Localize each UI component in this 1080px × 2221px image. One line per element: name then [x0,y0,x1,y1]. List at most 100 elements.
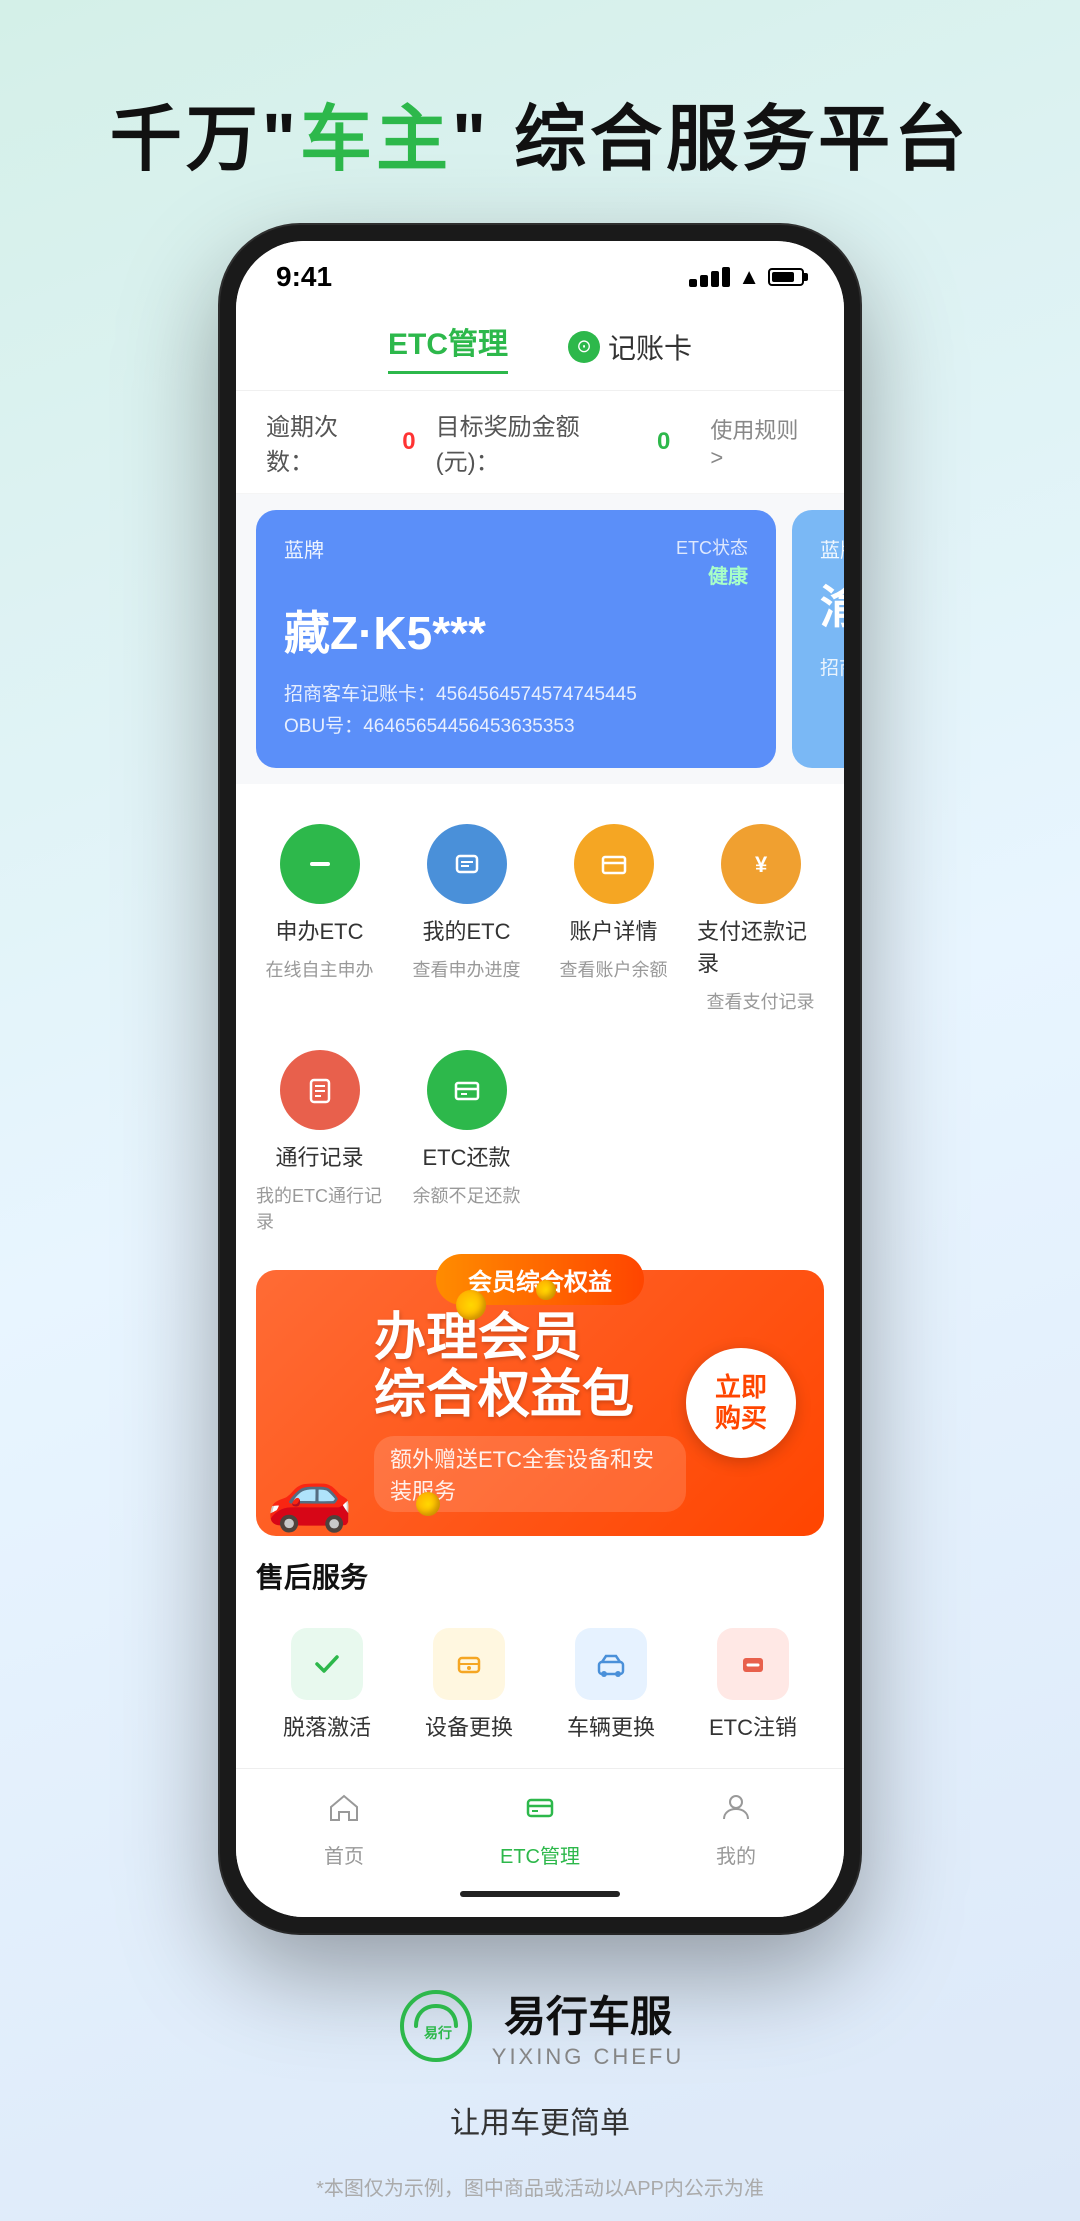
tab-account-card[interactable]: ⊙ 记账卡 [568,327,692,367]
account-detail-desc: 查看账户余额 [560,956,668,982]
service-passage-record[interactable]: 通行记录 我的ETC通行记录 [246,1030,393,1250]
my-etc-name: 我的ETC [422,914,510,946]
etc-cancel-name: ETC注销 [709,1710,797,1742]
brand-footer: 易行 易行车服 YIXING CHEFU 让用车更简单 *本图仅为示例，图中商品… [0,1933,1080,2221]
mine-icon [718,1789,754,1834]
service-my-etc[interactable]: 我的ETC 查看申办进度 [393,804,540,1030]
brand-slogan: 让用车更简单 [450,2098,630,2142]
card1-label: 蓝牌 [284,534,324,563]
after-sales-section: 售后服务 脱落激活 设备更换 [236,1536,844,1768]
service-payment-record[interactable]: ¥ 支付还款记录 查看支付记录 [687,804,834,1030]
after-reactivate[interactable]: 脱落激活 [256,1612,398,1758]
home-indicator [236,1879,844,1917]
service-grid: 申办ETC 在线自主申办 我的ETC 查看申办进度 账户详情 查看账户余额 [236,784,844,1030]
etc-cancel-icon [717,1628,789,1700]
my-etc-desc: 查看申办进度 [413,956,521,982]
svg-text:易行: 易行 [424,2025,452,2041]
etc-repay-name: ETC还款 [422,1140,510,1172]
reward-value: 0 [657,428,670,456]
etc-repay-icon [427,1050,507,1130]
brand-name: 易行车服 [492,1983,684,2044]
apply-etc-name: 申办ETC [275,914,363,946]
promo-tag: 会员综合权益 [436,1254,644,1305]
svg-text:¥: ¥ [755,852,768,877]
nav-mine-label: 我的 [716,1840,756,1869]
etc-card-2[interactable]: 蓝牌 渝K... 招商客... [792,510,844,768]
status-time: 9:41 [276,261,332,293]
brand-name-en: YIXING CHEFU [492,2044,684,2070]
device-replace-icon [433,1628,505,1700]
card1-plate: 藏Z·K5*** [284,597,748,663]
payment-record-icon: ¥ [721,824,801,904]
promo-car-decoration: 🚗 [266,1454,353,1536]
promo-main-text: 办理会员 综合权益包 [374,1310,686,1424]
apply-etc-icon [280,824,360,904]
wifi-icon: ▲ [738,264,760,290]
home-icon [326,1789,362,1834]
phone-inner: 9:41 ▲ ETC管理 ⊙ [236,241,844,1917]
card1-status-value: 健康 [676,560,748,589]
car-replace-icon [575,1628,647,1700]
card2-label: 蓝牌 [820,534,844,563]
my-etc-icon [427,824,507,904]
nav-home[interactable]: 首页 [324,1789,364,1869]
car-replace-name: 车辆更换 [567,1710,655,1742]
after-car-replace[interactable]: 车辆更换 [540,1612,682,1758]
nav-etc-label: ETC管理 [500,1840,580,1869]
phone-outer: 9:41 ▲ ETC管理 ⊙ [220,225,860,1933]
hero-title: 千万"车主" 综合服务平台 [0,0,1080,225]
promo-sub-text: 额外赠送ETC全套设备和安装服务 [374,1436,686,1512]
overdue-label: 逾期次数： [266,407,382,477]
card1-detail: 招商客车记账卡：4564564574574745445 OBU号：4646565… [284,679,748,744]
payment-record-desc: 查看支付记录 [707,988,815,1014]
overdue-value: 0 [402,428,415,456]
after-sales-grid: 脱落激活 设备更换 车辆更换 [256,1612,824,1758]
service-etc-repay[interactable]: ETC还款 余额不足还款 [393,1030,540,1250]
etc-manage-icon [522,1789,558,1834]
app-header: ETC管理 ⊙ 记账卡 [236,303,844,391]
apply-etc-desc: 在线自主申办 [266,956,374,982]
device-replace-name: 设备更换 [425,1710,513,1742]
cards-row: 蓝牌 ETC状态 健康 藏Z·K5*** 招商客车记账卡：45645645745… [256,510,824,768]
status-icons: ▲ [689,264,804,290]
account-icon: ⊙ [568,331,600,363]
disclaimer: *本图仅为示例，图中商品或活动以APP内公示为准 [0,2172,1080,2201]
nav-home-label: 首页 [324,1840,364,1869]
account-detail-icon [574,824,654,904]
etc-repay-desc: 余额不足还款 [413,1182,521,1208]
promo-banner[interactable]: 会员综合权益 🚗 办理会员 综合权益包 额外赠送ETC全套 [256,1270,824,1536]
card1-status-area: ETC状态 健康 [676,534,748,589]
brand-logo-circle: 易行 [396,1986,476,2066]
after-etc-cancel[interactable]: ETC注销 [682,1612,824,1758]
rule-link[interactable]: 使用规则 > [710,413,814,471]
nav-etc-manage[interactable]: ETC管理 [500,1789,580,1869]
passage-record-desc: 我的ETC通行记录 [256,1182,383,1234]
passage-record-icon [280,1050,360,1130]
bottom-nav: 首页 ETC管理 我的 [236,1768,844,1879]
card2-plate: 渝K... [820,571,844,637]
tab-etc-manage[interactable]: ETC管理 [388,319,508,374]
passage-record-name: 通行记录 [275,1140,363,1172]
stats-bar: 逾期次数： 0 目标奖励金额(元)： 0 使用规则 > [236,391,844,494]
reactivate-icon [291,1628,363,1700]
service-grid-row2: 通行记录 我的ETC通行记录 ETC还款 余额不足还款 [236,1030,844,1260]
promo-buy-button[interactable]: 立即 购买 [686,1348,796,1458]
payment-record-name: 支付还款记录 [697,914,824,978]
after-sales-title: 售后服务 [256,1556,824,1596]
card1-status-label: ETC状态 [676,534,748,560]
battery-icon [768,268,804,286]
after-device-replace[interactable]: 设备更换 [398,1612,540,1758]
account-detail-name: 账户详情 [569,914,657,946]
status-bar: 9:41 ▲ [236,241,844,303]
card2-detail: 招商客... [820,653,844,685]
signal-icon [689,267,730,287]
service-apply-etc[interactable]: 申办ETC 在线自主申办 [246,804,393,1030]
reward-label: 目标奖励金额(元)： [436,407,637,477]
etc-card-1[interactable]: 蓝牌 ETC状态 健康 藏Z·K5*** 招商客车记账卡：45645645745… [256,510,776,768]
service-account-detail[interactable]: 账户详情 查看账户余额 [540,804,687,1030]
brand-logo: 易行 易行车服 YIXING CHEFU 让用车更简单 [0,1983,1080,2142]
nav-mine[interactable]: 我的 [716,1789,756,1869]
card-area: 蓝牌 ETC状态 健康 藏Z·K5*** 招商客车记账卡：45645645745… [236,494,844,784]
phone-mockup: 9:41 ▲ ETC管理 ⊙ [190,225,890,1933]
reactivate-name: 脱落激活 [283,1710,371,1742]
